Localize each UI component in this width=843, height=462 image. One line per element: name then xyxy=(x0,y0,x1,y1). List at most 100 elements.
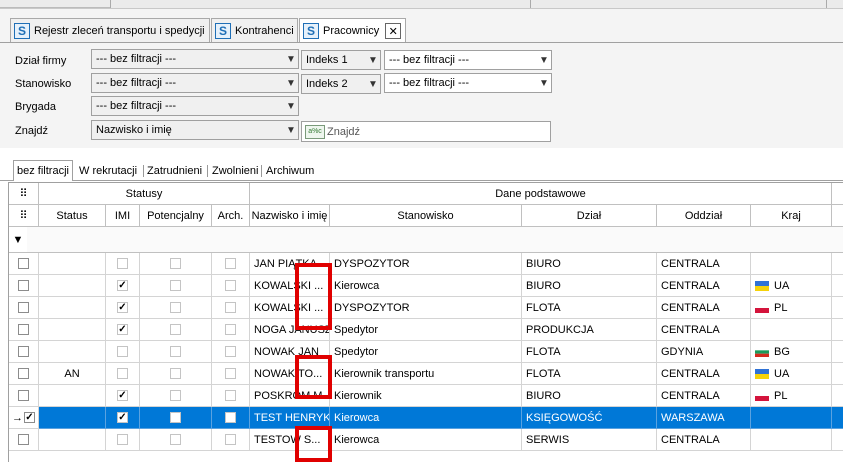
arch-checkbox xyxy=(225,368,236,379)
row-select-checkbox[interactable] xyxy=(18,280,29,291)
cell-fill xyxy=(832,297,843,319)
stanowisko-value: Kierowca xyxy=(334,279,380,292)
table-row[interactable]: → ✓ ✓ TEST HENRYK Kierowca KSIĘGOWOŚĆ WARSZAWA xyxy=(9,407,843,429)
ua-flag-icon xyxy=(755,280,769,291)
cell-fill xyxy=(832,253,843,275)
imi-checkbox: ✓ xyxy=(117,301,128,313)
row-select-checkbox[interactable] xyxy=(18,434,29,445)
brygada-label: Brygada xyxy=(15,101,56,113)
column-header-dzial[interactable]: Dział xyxy=(522,205,657,227)
cell-stanowisko: DYSPOZYTOR xyxy=(330,253,522,275)
znajdz-label: Znajdź xyxy=(15,125,49,137)
cell-kraj xyxy=(751,253,832,275)
table-row[interactable]: NOWAK JAN Spedytor FLOTA GDYNIA BG xyxy=(9,341,843,363)
column-header-arch[interactable]: Arch. xyxy=(212,205,250,227)
bg-flag-icon xyxy=(755,346,769,357)
table-row[interactable]: ✓ KOWALSKI ... Kierowca BIURO CENTRALA UA xyxy=(9,275,843,297)
cell-arch xyxy=(212,275,250,297)
row-select-checkbox[interactable] xyxy=(18,258,29,269)
table-row[interactable]: AN NOWAK TO... Kierownik transportu FLOTA CE… xyxy=(9,363,843,385)
indeks1-label: Indeks 1 xyxy=(306,54,348,66)
znajdz-field-select[interactable]: Nazwisko i imię ▼ xyxy=(91,120,299,140)
table-row[interactable]: ✓ NOGA JANUSZ Spedytor PRODUKCJA CENTRALA xyxy=(9,319,843,341)
cell-arch xyxy=(212,429,250,451)
table-row[interactable]: ✓ POSKROM M... Kierownik BIURO CENTRALA PL xyxy=(9,385,843,407)
cell-arch xyxy=(212,407,250,429)
search-input[interactable]: a%c Znajdź xyxy=(301,121,551,142)
row-select-checkbox[interactable] xyxy=(18,346,29,357)
tab-archiwum[interactable]: Archiwum xyxy=(263,162,317,180)
brygada-select[interactable]: --- bez filtracji --- ▼ xyxy=(91,96,299,116)
row-select-checkbox[interactable] xyxy=(18,368,29,379)
cell-imi xyxy=(106,429,140,451)
tab-zatrudnieni[interactable]: Zatrudnieni xyxy=(144,162,205,180)
stanowisko-value: Kierownik xyxy=(334,389,382,402)
close-icon[interactable]: ✕ xyxy=(385,23,402,39)
cell-oddzial: CENTRALA xyxy=(657,297,751,319)
chevron-down-icon: ▼ xyxy=(286,100,296,112)
indeks1-value-select[interactable]: --- bez filtracji --- ▼ xyxy=(384,50,552,70)
cell-fill xyxy=(832,407,843,429)
column-header-status[interactable]: Status xyxy=(39,205,106,227)
column-chooser-icon[interactable]: ⠿ xyxy=(9,183,39,205)
imi-checkbox: ✓ xyxy=(117,323,128,335)
indeks1-select[interactable]: Indeks 1 ▼ xyxy=(301,50,381,70)
indeks2-select[interactable]: Indeks 2 ▼ xyxy=(301,74,381,94)
cell-stanowisko: Spedytor xyxy=(330,319,522,341)
cell-sel xyxy=(9,341,39,363)
imi-checkbox xyxy=(117,258,128,269)
column-header-stanowisko[interactable]: Stanowisko xyxy=(330,205,522,227)
row-select-checkbox[interactable] xyxy=(18,390,29,401)
table-row[interactable]: JAN PIĄTKA DYSPOZYTOR BIURO CENTRALA xyxy=(9,253,843,275)
stanowisko-select[interactable]: --- bez filtracji --- ▼ xyxy=(91,73,299,93)
tab-separator xyxy=(207,165,208,177)
imi-checkbox xyxy=(117,368,128,379)
tab-bez-filtracji[interactable]: bez filtracji xyxy=(13,160,73,181)
table-row[interactable]: ✓ KOWALSKI ... DYSPOZYTOR FLOTA CENTRALA PL xyxy=(9,297,843,319)
column-header-imi[interactable]: IMI xyxy=(106,205,140,227)
imi-checkbox xyxy=(117,346,128,357)
indeks2-value-select[interactable]: --- bez filtracji --- ▼ xyxy=(384,73,552,93)
row-select-checkbox[interactable]: ✓ xyxy=(24,412,35,423)
title-strip-divider xyxy=(110,0,111,8)
cell-oddzial: CENTRALA xyxy=(657,385,751,407)
tab-kontrahenci[interactable]: S Kontrahenci xyxy=(211,18,298,42)
column-header-potencjalny[interactable]: Potencjalny xyxy=(140,205,212,227)
cell-status xyxy=(39,253,106,275)
dzial-firmy-label: Dział firmy xyxy=(15,55,67,67)
cell-dzial: SERWIS xyxy=(522,429,657,451)
potencjalny-checkbox xyxy=(170,258,181,269)
chevron-down-icon: ▼ xyxy=(368,78,378,90)
highlight-box xyxy=(295,355,332,399)
pl-flag-icon xyxy=(755,302,769,313)
column-header-nazwisko[interactable]: Nazwisko i imię xyxy=(250,205,330,227)
cell-fill xyxy=(832,363,843,385)
cell-kraj: PL xyxy=(751,385,832,407)
auto-filter-row[interactable] xyxy=(27,227,843,253)
column-settings-icon[interactable]: ⠿ xyxy=(9,205,39,227)
cell-imi: ✓ xyxy=(106,319,140,341)
tab-pracownicy[interactable]: S Pracownicy ✕ xyxy=(299,18,406,43)
oddzial-value: CENTRALA xyxy=(661,301,720,314)
cell-status xyxy=(39,297,106,319)
title-strip xyxy=(0,0,843,9)
tab-zwolnieni[interactable]: Zwolnieni xyxy=(209,162,261,180)
column-header-oddzial[interactable]: Oddział xyxy=(657,205,751,227)
cell-dzial: PRODUKCJA xyxy=(522,319,657,341)
dzial-firmy-select[interactable]: --- bez filtracji --- ▼ xyxy=(91,49,299,69)
cell-dzial: BIURO xyxy=(522,275,657,297)
employee-name: TEST HENRYK xyxy=(254,411,330,424)
row-select-checkbox[interactable] xyxy=(18,302,29,313)
stanowisko-label: Stanowisko xyxy=(15,78,72,90)
tab-rejestr-zlecen[interactable]: S Rejestr zleceń transportu i spedycji xyxy=(10,18,210,42)
row-select-checkbox[interactable] xyxy=(18,324,29,335)
cell-dzial: BIURO xyxy=(522,385,657,407)
cell-pot xyxy=(140,319,212,341)
column-header-kraj[interactable]: Kraj xyxy=(751,205,832,227)
cell-pot xyxy=(140,429,212,451)
cell-imi: ✓ xyxy=(106,407,140,429)
filter-icon[interactable]: ▼ xyxy=(9,227,27,253)
table-row[interactable]: TESTOW S... Kierowca SERWIS CENTRALA xyxy=(9,429,843,451)
tab-w-rekrutacji[interactable]: W rekrutacji xyxy=(76,162,140,180)
group-header-statusy: Statusy xyxy=(39,183,250,205)
